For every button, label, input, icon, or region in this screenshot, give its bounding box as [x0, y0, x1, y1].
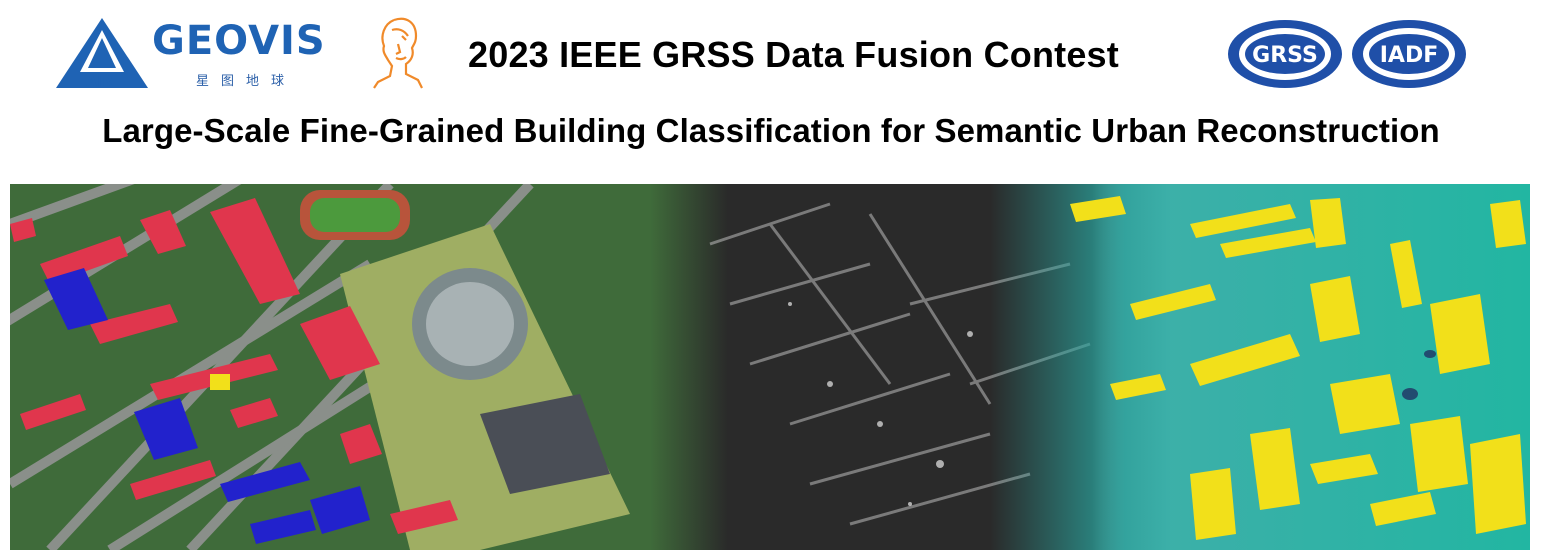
iadf-badge-icon: IADF — [1352, 20, 1466, 88]
classified-roof-yellow — [210, 374, 230, 390]
page-title: 2023 IEEE GRSS Data Fusion Contest — [468, 34, 1119, 75]
geovis-chinese-label: 星图地球 — [196, 74, 297, 89]
grss-badge-icon: GRSS — [1228, 20, 1342, 88]
air-label: AIR — [86, 74, 113, 90]
banner-image — [10, 184, 1530, 550]
banner-illustration — [10, 184, 1530, 550]
grss-badge-label: GRSS — [1252, 43, 1318, 68]
statue-head-icon — [373, 17, 423, 89]
grss-logo: GRSS — [1226, 18, 1344, 90]
page-subtitle: Large-Scale Fine-Grained Building Classi… — [102, 112, 1440, 149]
iadf-badge-label: IADF — [1380, 43, 1439, 68]
iadf-logo: IADF — [1350, 18, 1468, 90]
geovis-wordmark: GEOVIS — [152, 18, 326, 64]
header: AIR GEOVIS 星图地球 2023 IEEE GRSS Data Fusi… — [0, 0, 1542, 180]
university-logo — [370, 14, 430, 90]
